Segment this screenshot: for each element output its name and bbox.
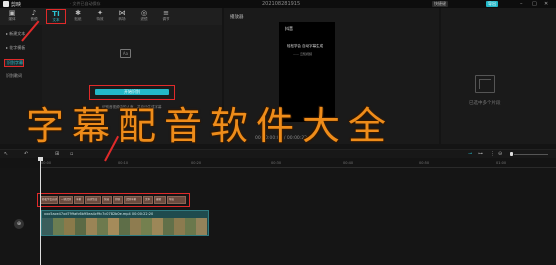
preview-axis-icon[interactable]: ⋮ — [490, 151, 495, 157]
thumbnail — [196, 218, 207, 235]
tool-tabs: ▣ 媒体 ♪ 音频 TI 文本 ✱ 贴纸 ✦ 特效 ⋈ 转场 ◎ 滤镜 ≡ 调节 — [0, 8, 222, 25]
text-icon: TI — [52, 10, 60, 18]
sticker-icon: ✱ — [75, 9, 81, 17]
delete-icon[interactable]: ▫ — [70, 151, 73, 157]
thumbnail — [64, 218, 75, 235]
tab-label: 媒体 — [8, 17, 16, 21]
filter-icon: ◎ — [140, 9, 148, 17]
app-name: 剪映 — [11, 2, 22, 8]
maximize-icon[interactable]: □ — [532, 1, 537, 7]
subtitle-clip[interactable]: 识别字幕 — [124, 196, 142, 204]
recognize-highlight: 开始识别 — [89, 85, 175, 100]
video-clip-label: xxx5ace47xd799afc6b95ea4cf9c7c0782b0e.mp… — [44, 212, 154, 216]
tab-transition[interactable]: ⋈ 转场 — [112, 9, 132, 24]
subtitle-track: 轻松学会自动字幕 一键识别 字幕 自动生成 快速 剪映 识别字幕 文本 编辑 导… — [37, 193, 190, 207]
multi-clip-icon-back — [479, 79, 491, 89]
tab-label: 贴纸 — [74, 17, 82, 21]
video-clip[interactable]: xxx5ace47xd799afc6b95ea4cf9c7c0782b0e.mp… — [41, 210, 209, 236]
ruler-tick: 01:00 — [496, 161, 507, 165]
subtitle-clip[interactable]: 剪映 — [113, 196, 123, 204]
zoom-slider-handle[interactable] — [510, 152, 513, 156]
effects-icon: ✦ — [97, 9, 103, 17]
thumbnail — [97, 218, 108, 235]
tab-effects[interactable]: ✦ 特效 — [90, 9, 110, 24]
tab-filter[interactable]: ◎ 滤镜 — [134, 9, 154, 24]
thumbnail — [119, 218, 130, 235]
select-cursor-icon[interactable]: ↖ — [4, 151, 8, 157]
thumbnail — [130, 218, 141, 235]
audio-icon: ♪ — [31, 9, 37, 17]
thumbnail — [108, 218, 119, 235]
thumbnail — [185, 218, 196, 235]
close-icon[interactable]: ✕ — [544, 1, 548, 7]
thumbnail — [163, 218, 174, 235]
tiktok-logo-icon: 抖音 — [285, 26, 293, 31]
tab-label: 转场 — [118, 17, 126, 21]
thumbnail — [53, 218, 64, 235]
tab-label: 特效 — [96, 17, 104, 21]
autosave-notice: · 文件已自动保存 — [70, 1, 101, 6]
thumbnail — [152, 218, 163, 235]
tab-sticker[interactable]: ✱ 贴纸 — [68, 9, 88, 24]
playhead[interactable] — [40, 159, 41, 265]
sidebar-item-new-text[interactable]: ▸ 新建文本 — [4, 30, 25, 38]
ruler-tick: 00:20 — [191, 161, 202, 165]
add-track-button[interactable]: ⊕ — [14, 219, 24, 229]
tab-label: 调节 — [162, 17, 170, 21]
video-caption: 轻松学会 自动字幕生成 — [287, 44, 324, 48]
video-subcaption: —— 云知视频 — [293, 52, 312, 56]
minimize-icon[interactable]: – — [520, 1, 523, 7]
timeline-toolbar: ↖ ↶ ⊞ ▫ ⊸ ⊶ ⋮ ⊖ — [0, 149, 556, 158]
ruler-tick: 00:00 — [41, 161, 52, 165]
thumbnail — [86, 218, 97, 235]
tab-text[interactable]: TI 文本 — [46, 9, 66, 24]
zoom-slider[interactable] — [514, 154, 548, 155]
tab-audio[interactable]: ♪ 音频 — [24, 9, 44, 24]
ruler-tick: 00:50 — [419, 161, 430, 165]
start-recognize-button[interactable]: 开始识别 — [95, 89, 169, 95]
subtitle-clip[interactable]: 编辑 — [154, 196, 166, 204]
subtitle-clip[interactable]: 文本 — [143, 196, 153, 204]
subtitle-clip[interactable]: 字幕 — [74, 196, 84, 204]
ai-text-icon: Aa — [120, 49, 131, 58]
subtitle-clip[interactable]: 自动生成 — [85, 196, 101, 204]
project-title: 202108281915 — [262, 1, 301, 7]
thumbnail — [174, 218, 185, 235]
sidebar-item-recognize-subtitles[interactable]: 识别字幕 — [4, 59, 24, 67]
tab-media[interactable]: ▣ 媒体 — [2, 9, 22, 24]
sidebar-item-recognize-lyrics[interactable]: 识别歌词 — [4, 72, 22, 80]
media-icon: ▣ — [8, 9, 16, 17]
export-button[interactable]: 导出 — [486, 1, 498, 7]
thumbnail — [141, 218, 152, 235]
overlay-headline: 字幕配音软件大全 — [26, 104, 395, 148]
tab-adjust[interactable]: ≡ 调节 — [156, 9, 176, 24]
adjust-icon: ≡ — [163, 9, 169, 17]
timeline-ruler[interactable]: 00:00 00:10 00:20 00:30 00:40 00:50 01:0… — [41, 159, 556, 168]
player-title: 播放器 — [230, 15, 244, 20]
subtitle-clip[interactable]: 轻松学会自动字幕 — [40, 196, 58, 204]
subtitle-clip[interactable]: 快速 — [102, 196, 112, 204]
link-icon[interactable]: ⊶ — [478, 151, 483, 157]
tab-label: 音频 — [30, 17, 38, 21]
ruler-tick: 00:30 — [271, 161, 282, 165]
thumbnail — [75, 218, 86, 235]
tab-label: 滤镜 — [140, 17, 148, 21]
subtitle-clip[interactable]: 一键识别 — [59, 196, 73, 204]
tab-label: 文本 — [52, 18, 60, 22]
ruler-tick: 00:40 — [343, 161, 354, 165]
ruler-tick: 00:10 — [118, 161, 129, 165]
magnet-icon[interactable]: ⊸ — [468, 151, 472, 157]
subtitle-clip[interactable]: 导出 — [167, 196, 186, 204]
shortcut-button[interactable]: 快捷键 — [432, 1, 448, 7]
split-icon[interactable]: ⊞ — [55, 151, 59, 157]
app-logo-icon — [3, 1, 9, 7]
thumbnail — [42, 218, 53, 235]
title-bar: 剪映 · 文件已自动保存 202108281915 快捷键 导出 – □ ✕ — [0, 0, 556, 8]
zoom-out-icon[interactable]: ⊖ — [498, 151, 502, 157]
sidebar-item-fancy-text[interactable]: ▸ 花字模板 — [4, 44, 25, 52]
undo-icon[interactable]: ↶ — [24, 151, 28, 157]
playhead-handle[interactable] — [38, 157, 43, 161]
transition-icon: ⋈ — [118, 9, 126, 17]
video-thumbnails — [42, 218, 208, 235]
